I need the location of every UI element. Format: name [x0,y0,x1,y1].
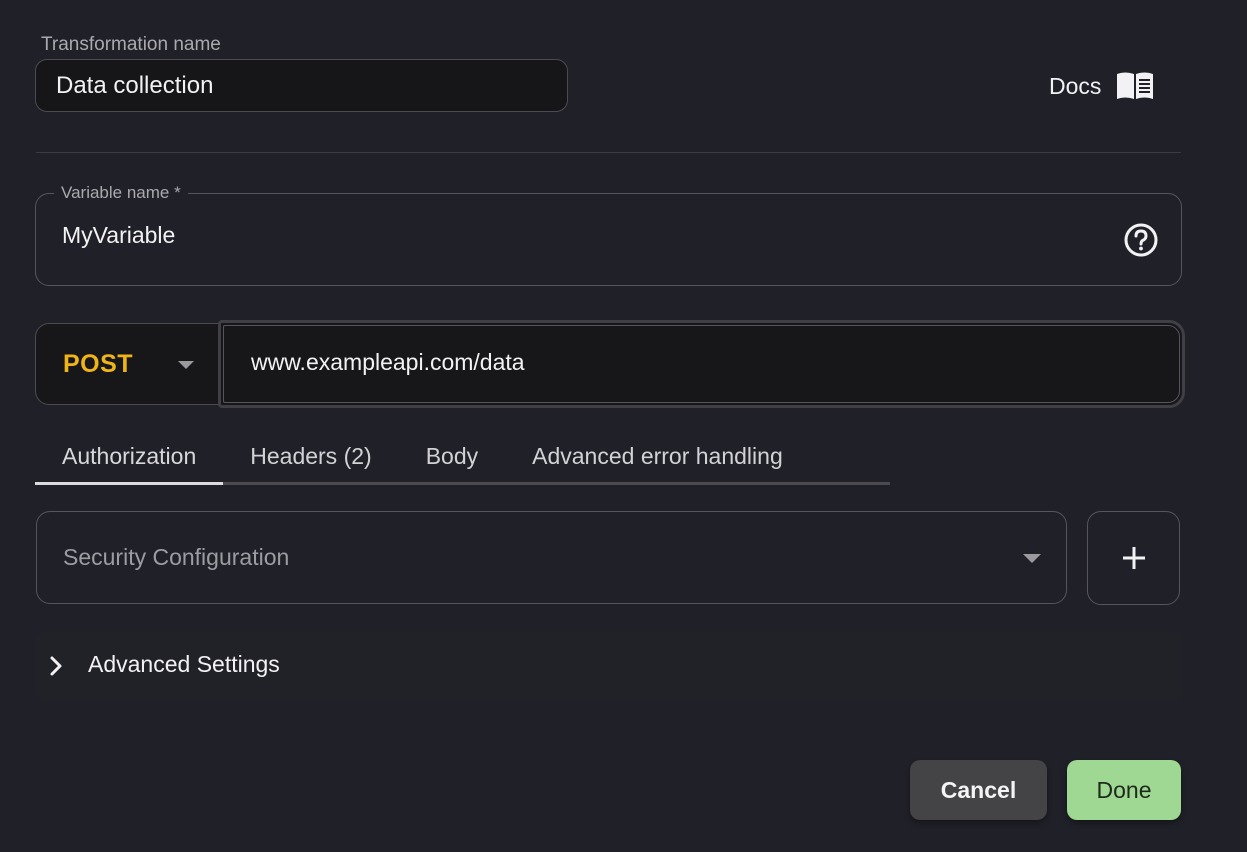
tab-label: Body [425,443,479,469]
advanced-settings-accordion[interactable]: Advanced Settings [35,632,1182,700]
add-security-configuration-button[interactable] [1087,511,1180,605]
transformation-name-value: Data collection [56,71,214,99]
transformation-name-input[interactable]: Data collection [35,59,568,112]
http-method-value: POST [63,349,134,378]
tab-label: Advanced error handling [532,443,783,469]
done-button[interactable]: Done [1067,760,1181,820]
url-value: www.exampleapi.com/data [251,349,525,375]
tab-label: Authorization [62,443,197,469]
variable-name-value: MyVariable [62,222,176,248]
variable-name-label: Variable name * [54,183,188,203]
security-configuration-select[interactable]: Security Configuration [36,511,1067,604]
help-circle-icon[interactable] [1123,222,1159,258]
tab-authorization[interactable]: Authorization [35,432,224,485]
security-configuration-placeholder: Security Configuration [63,544,290,570]
transformation-editor: Transformation name Data collection Docs… [0,0,1247,852]
tab-headers[interactable]: Headers (2) [223,432,398,485]
transformation-name-label: Transformation name [41,34,221,55]
caret-down-icon [178,361,194,369]
tab-label: Headers (2) [250,443,372,469]
request-tabs: Authorization Headers (2) Body Advanced … [35,432,890,485]
url-input[interactable]: www.exampleapi.com/data [218,320,1185,408]
section-divider [36,152,1181,153]
book-open-icon [1117,72,1154,99]
advanced-settings-label: Advanced Settings [88,651,280,677]
caret-down-icon [1023,554,1041,563]
cancel-button[interactable]: Cancel [910,760,1047,820]
chevron-right-icon [50,656,62,676]
tab-advanced-error-handling[interactable]: Advanced error handling [505,432,810,485]
http-method-select[interactable]: POST [35,323,225,405]
docs-link[interactable]: Docs [1049,66,1155,106]
tab-body[interactable]: Body [399,432,505,485]
plus-icon [1122,547,1145,569]
docs-label: Docs [1049,72,1102,99]
variable-name-field[interactable]: Variable name * MyVariable [35,183,1182,286]
